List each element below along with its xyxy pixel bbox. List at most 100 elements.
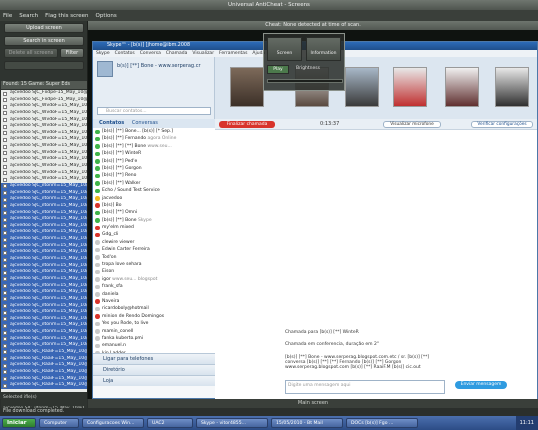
row-checkbox[interactable] bbox=[3, 370, 7, 375]
tab-contacts[interactable]: Contatos bbox=[93, 120, 130, 126]
contact-photo[interactable] bbox=[230, 67, 264, 107]
contact-row[interactable]: clewire viewer bbox=[93, 239, 215, 246]
file-row[interactable]: ajcvedoo SJC_WvdoF=15_May_10 bbox=[1, 176, 87, 183]
row-checkbox[interactable] bbox=[3, 137, 7, 142]
file-row[interactable]: ajcvedoo SJC_RaaiF=15_May_10@1 bbox=[1, 368, 87, 376]
contact-photo[interactable] bbox=[445, 67, 479, 107]
contact-row[interactable]: [b(s)] [**] Omni bbox=[93, 209, 215, 216]
contact-row[interactable]: minion de Rendo Domingos bbox=[93, 313, 215, 320]
file-row[interactable]: ajcvedoo SJC_iltonm=15_May_10@1 bbox=[1, 289, 87, 296]
file-row[interactable]: ajcvedoo SJC_iltonm=15_May_10@1 bbox=[1, 315, 87, 323]
contact-row[interactable]: Eison bbox=[93, 268, 215, 275]
row-checkbox[interactable] bbox=[3, 144, 7, 149]
contact-row[interactable]: [b(s)] [**] Bone Skype bbox=[93, 217, 215, 224]
row-checkbox[interactable] bbox=[3, 191, 7, 196]
file-row[interactable]: ajcvedoo SJC_iltonm=15_May_10@1 bbox=[1, 282, 87, 290]
menu-flag[interactable]: Flag this screen bbox=[45, 13, 88, 19]
file-row[interactable]: ajcvedoo SJC_WvdoF=15_May_10 bbox=[1, 143, 87, 150]
file-row[interactable]: ajcvedoo SJC_iltonm=15_May_10@1 bbox=[1, 189, 87, 197]
taskbar-item[interactable]: 15/05/2010 - Bt Mail bbox=[271, 418, 343, 428]
contact-photo[interactable] bbox=[345, 67, 379, 107]
search-input[interactable]: Buscar contatos... bbox=[97, 107, 211, 115]
contact-row[interactable]: [b(s)] [**] Reno bbox=[93, 172, 215, 179]
file-row[interactable]: ajcvedoo SJC_WvdoF=15_May_10 bbox=[1, 136, 87, 143]
menu-options[interactable]: Options bbox=[96, 13, 117, 19]
nav-shop[interactable]: Loja bbox=[93, 375, 215, 386]
row-checkbox[interactable] bbox=[3, 164, 7, 169]
contact-row[interactable]: Naveira bbox=[93, 298, 215, 305]
contact-row[interactable]: Gdg_cli bbox=[93, 231, 215, 238]
contact-row[interactable]: tropa love sehara bbox=[93, 261, 215, 268]
nav-phone[interactable]: Ligar para telefones bbox=[93, 353, 215, 364]
file-row[interactable]: ajcvedoo SJC_WvdoF=15_May_10 bbox=[1, 150, 87, 157]
row-checkbox[interactable] bbox=[3, 111, 7, 116]
row-checkbox[interactable] bbox=[3, 343, 7, 348]
file-row[interactable]: ajcvedoo SJC_iltonm=15_May_10@1 bbox=[1, 309, 87, 316]
row-checkbox[interactable] bbox=[3, 304, 7, 308]
start-button[interactable]: Iniciar bbox=[2, 418, 36, 428]
row-checkbox[interactable] bbox=[3, 230, 7, 235]
row-checkbox[interactable] bbox=[3, 131, 7, 136]
file-row[interactable]: ajcvedoo SJC_iltonm=15_May_10@1 bbox=[1, 196, 87, 203]
nav-directory[interactable]: Diretório bbox=[93, 364, 215, 375]
row-checkbox[interactable] bbox=[3, 184, 7, 189]
file-list[interactable]: ajcvedoo SJC_Fxdpe-15_May_10@1 ajcvedoo S… bbox=[1, 90, 87, 392]
contact-row[interactable]: frank_sfa bbox=[93, 283, 215, 290]
menu-file[interactable]: File bbox=[3, 13, 12, 19]
taskbar-item[interactable]: Computer bbox=[39, 418, 79, 428]
file-row[interactable]: ajcvedoo SJC_iltonm=15_May_10@1 bbox=[1, 269, 87, 276]
file-row[interactable]: ajcvedoo SJC_WvdoF=15_May_10 bbox=[1, 130, 87, 137]
row-checkbox[interactable] bbox=[3, 224, 7, 229]
contact-row[interactable]: Yes you Rode, to live bbox=[93, 320, 215, 327]
skype-menu-item[interactable]: Conversa bbox=[140, 50, 161, 57]
row-checkbox[interactable] bbox=[3, 244, 7, 249]
file-row[interactable]: ajcvedoo SJC_WvdoF=15_May_10 bbox=[1, 170, 87, 177]
screen-button[interactable]: Screen bbox=[267, 37, 302, 61]
contact-row[interactable]: [b(s)] [**] Ped'e bbox=[93, 158, 215, 165]
file-row[interactable]: ajcvedoo SJC_WvdoF=15_May_10 bbox=[1, 163, 87, 170]
contact-row[interactable]: [b(s)] Bo bbox=[93, 202, 215, 209]
row-checkbox[interactable] bbox=[3, 171, 7, 176]
skype-menu-item[interactable]: Skype bbox=[96, 50, 110, 57]
file-row[interactable]: ajcvedoo SJC_WvdoF=15_May_10 bbox=[1, 123, 87, 130]
file-row[interactable]: ajcvedoo SJC_iltonm=15_May_10@1 bbox=[1, 242, 87, 250]
row-checkbox[interactable] bbox=[3, 197, 7, 202]
contact-row[interactable]: igor www.seu... blogspot bbox=[93, 276, 215, 283]
file-row[interactable]: ajcvedoo SJC_WvdoF=15_May_10 bbox=[1, 117, 87, 124]
skype-menu-item[interactable]: Contatos bbox=[115, 50, 135, 57]
filter-input[interactable] bbox=[4, 61, 84, 70]
row-checkbox[interactable] bbox=[3, 290, 7, 295]
settings-button[interactable]: Verificar configurações bbox=[471, 121, 533, 128]
information-button[interactable]: Information bbox=[306, 37, 341, 61]
row-checkbox[interactable] bbox=[3, 363, 7, 368]
file-row[interactable]: ajcvedoo SJC_RaaiF=15_May_10@1 bbox=[1, 348, 87, 356]
file-row[interactable]: ajcvedoo SJC_iltonm=15_May_10@1 bbox=[1, 295, 87, 303]
row-checkbox[interactable] bbox=[3, 118, 7, 123]
brightness-slider[interactable] bbox=[267, 79, 343, 83]
file-row[interactable]: ajcvedoo SJC_RaaiF=15_May_10@1 bbox=[1, 362, 87, 369]
row-checkbox[interactable] bbox=[3, 284, 7, 289]
file-row[interactable]: ajcvedoo SJC_iltonm=15_May_10@1 bbox=[1, 335, 87, 343]
row-checkbox[interactable] bbox=[3, 330, 7, 335]
file-row[interactable]: ajcvedoo SJC_iltonm=15_May_10@1 bbox=[1, 216, 87, 223]
main-screen-tab[interactable]: Main screen bbox=[88, 399, 538, 408]
delete-button[interactable]: Delete all screens bbox=[4, 48, 58, 58]
row-checkbox[interactable] bbox=[3, 217, 7, 222]
row-checkbox[interactable] bbox=[3, 98, 7, 103]
row-checkbox[interactable] bbox=[3, 124, 7, 129]
contact-photo[interactable] bbox=[393, 67, 427, 107]
contact-row[interactable]: [b(s)] [**] Walker bbox=[93, 180, 215, 187]
file-row[interactable]: ajcvedoo SJC_iltonm=15_May_10@1 bbox=[1, 236, 87, 243]
contact-photo[interactable] bbox=[495, 67, 529, 107]
send-button[interactable]: Enviar mensagem bbox=[455, 381, 507, 389]
file-row[interactable]: ajcvedoo SJC_iltonm=15_May_10@1 bbox=[1, 256, 87, 263]
file-row[interactable]: ajcvedoo SJC_iltonm=15_May_10@1 bbox=[1, 275, 87, 283]
menu-search[interactable]: Search bbox=[19, 13, 38, 19]
contact-row[interactable]: [b(s)] [**] Fernando agora Online bbox=[93, 135, 215, 142]
contact-row[interactable]: [b(s)] [**] WinteR bbox=[93, 150, 215, 157]
search-button[interactable]: Search in screen bbox=[4, 36, 84, 46]
file-row[interactable]: ajcvedoo SJC_iltonm=15_May_10@1 bbox=[1, 302, 87, 310]
row-checkbox[interactable] bbox=[3, 337, 7, 342]
row-checkbox[interactable] bbox=[3, 317, 7, 322]
file-row[interactable]: ajcvedoo SJC_iltonm=15_May_10@1 bbox=[1, 262, 87, 270]
